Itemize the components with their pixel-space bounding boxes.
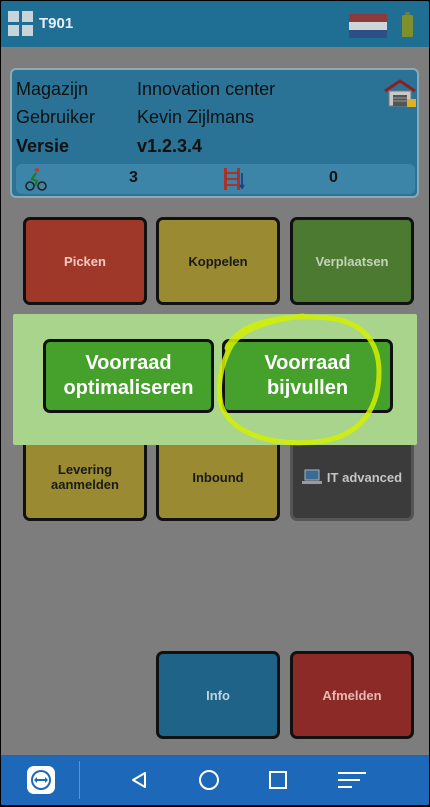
picker-count: 3 (129, 169, 138, 186)
overlay-dialog: Voorraad optimaliseren Voorraad bijvulle… (13, 314, 417, 445)
shelf-icon (224, 168, 245, 190)
home-icon[interactable] (196, 755, 222, 805)
inbound-button[interactable]: Inbound (156, 433, 280, 521)
screen: T901 Magazijn Innovation center Gebruike… (1, 1, 429, 805)
netherlands-flag-icon[interactable] (349, 14, 387, 38)
version-label: Versie (16, 136, 70, 156)
back-icon[interactable] (126, 755, 152, 805)
app-title: T901 (39, 15, 74, 32)
it-advanced-label: IT advanced (326, 469, 403, 485)
warehouse-label: Magazijn (16, 79, 89, 99)
verplaatsen-button[interactable]: Verplaatsen (290, 217, 414, 305)
picken-button[interactable]: Picken (23, 217, 147, 305)
teamviewer-icon[interactable] (23, 755, 59, 805)
recents-icon[interactable] (265, 755, 291, 805)
info-card: Magazijn Innovation center Gebruiker Kev… (10, 68, 419, 198)
voorraad-optimaliseren-button[interactable]: Voorraad optimaliseren (43, 339, 214, 413)
it-advanced-button[interactable]: IT advanced (290, 433, 414, 521)
battery-icon (402, 12, 413, 37)
cyclist-icon (25, 167, 47, 191)
koppelen-button[interactable]: Koppelen (156, 217, 280, 305)
navigation-bar (1, 755, 429, 805)
user-value: Kevin Zijlmans (137, 107, 255, 127)
user-label: Gebruiker (16, 107, 96, 127)
afmelden-button[interactable]: Afmelden (290, 651, 414, 739)
version-value: v1.2.3.4 (137, 136, 203, 156)
shelf-count: 0 (329, 169, 338, 186)
counter-bar: 3 0 (16, 164, 415, 194)
top-app-bar: T901 (1, 1, 429, 47)
voorraad-bijvullen-button[interactable]: Voorraad bijvullen (222, 339, 393, 413)
warehouse-icon[interactable] (383, 78, 417, 108)
nav-divider (79, 761, 80, 799)
menu-icon[interactable] (335, 755, 369, 805)
levering-aanmelden-button[interactable]: Levering aanmelden (23, 433, 147, 521)
warehouse-value: Innovation center (137, 79, 276, 99)
info-button[interactable]: Info (156, 651, 280, 739)
laptop-icon (301, 469, 322, 484)
grid-icon[interactable] (8, 11, 34, 37)
